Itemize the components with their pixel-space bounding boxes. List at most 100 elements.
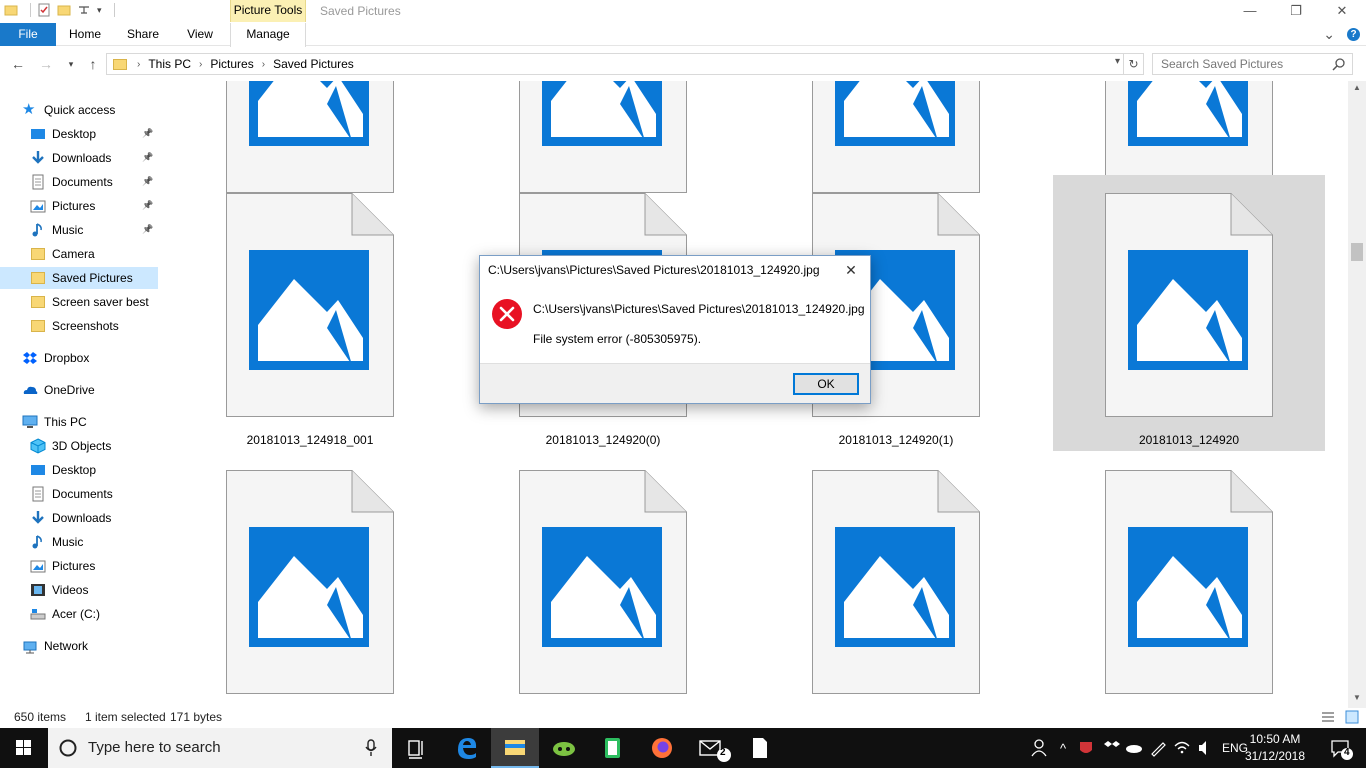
scroll-up-arrow-icon[interactable]: ▲ xyxy=(1348,83,1366,92)
sidebar-item-3d-objects[interactable]: 3D Objects xyxy=(0,435,158,457)
file-item[interactable] xyxy=(1053,452,1325,708)
pictures-icon xyxy=(30,198,46,214)
sidebar-item-documents[interactable]: Documents xyxy=(0,483,158,505)
clock[interactable]: 10:50 AM 31/12/2018 xyxy=(1244,731,1306,765)
sidebar-item-pictures[interactable]: Pictures 📌 xyxy=(0,195,158,217)
pin-icon[interactable]: 📌 xyxy=(142,224,153,234)
search-input[interactable]: Search Saved Pictures xyxy=(1152,53,1353,75)
sidebar-item-music[interactable]: Music 📌 xyxy=(0,219,158,241)
sidebar-item-network[interactable]: Network xyxy=(0,635,158,657)
up-arrow-icon[interactable]: ↑ xyxy=(84,55,102,73)
sidebar-item-documents[interactable]: Documents 📌 xyxy=(0,171,158,193)
scroll-down-arrow-icon[interactable]: ▼ xyxy=(1348,693,1366,702)
expand-ribbon-icon[interactable]: ⌄ xyxy=(1323,26,1335,43)
taskbar-search-box[interactable]: Type here to search xyxy=(48,728,392,768)
sidebar-item-dropbox[interactable]: Dropbox xyxy=(0,347,158,369)
close-button[interactable]: ✕ xyxy=(1319,0,1365,23)
action-center-button[interactable]: 4 xyxy=(1322,728,1366,768)
pin-icon[interactable]: 📌 xyxy=(142,200,153,210)
help-icon[interactable]: ? xyxy=(1347,28,1360,41)
new-folder-icon[interactable] xyxy=(57,3,71,17)
address-bar[interactable]: › This PC › Pictures › Saved Pictures ▾ xyxy=(106,53,1124,75)
dialog-title: C:\Users\jvans\Pictures\Saved Pictures\2… xyxy=(488,263,820,277)
recent-locations-icon[interactable]: ▾ xyxy=(62,55,80,73)
breadcrumb-pictures[interactable]: Pictures xyxy=(210,57,253,71)
sidebar-item-music[interactable]: Music xyxy=(0,531,158,553)
sidebar-item-saved-pictures[interactable]: Saved Pictures xyxy=(0,267,158,289)
sidebar-item-videos[interactable]: Videos xyxy=(0,579,158,601)
chevron-down-icon[interactable]: ▾ xyxy=(97,5,102,16)
search-icon[interactable] xyxy=(1332,57,1346,71)
tab-manage[interactable]: Manage xyxy=(230,23,306,47)
minimize-button[interactable]: — xyxy=(1227,0,1273,23)
sidebar-item-camera[interactable]: Camera xyxy=(0,243,158,265)
file-item[interactable] xyxy=(760,452,1032,708)
tab-file[interactable]: File xyxy=(0,23,56,46)
security-shield-icon[interactable] xyxy=(1074,728,1098,768)
properties-icon[interactable] xyxy=(37,3,51,17)
cloud-app-button[interactable] xyxy=(540,728,588,768)
sidebar-item-acer-c[interactable]: Acer (C:) xyxy=(0,603,158,625)
pin-icon[interactable]: 📌 xyxy=(142,152,153,162)
evernote-button[interactable] xyxy=(589,728,637,768)
sidebar-item-screenshots[interactable]: Screenshots xyxy=(0,315,158,337)
start-button[interactable] xyxy=(0,728,48,768)
wifi-icon[interactable] xyxy=(1170,728,1194,768)
document-button[interactable] xyxy=(736,728,784,768)
tab-home[interactable]: Home xyxy=(62,23,108,46)
chevron-down-icon[interactable]: ▾ xyxy=(1115,56,1120,67)
firefox-button[interactable] xyxy=(638,728,686,768)
chevron-right-icon[interactable]: › xyxy=(199,59,202,70)
people-icon[interactable] xyxy=(1028,728,1052,768)
large-icons-view-icon[interactable] xyxy=(1344,710,1360,724)
mail-button[interactable]: 2 xyxy=(687,728,735,768)
file-explorer-button[interactable] xyxy=(491,728,539,768)
music-icon xyxy=(30,534,46,550)
pin-icon[interactable]: 📌 xyxy=(142,176,153,186)
task-view-button[interactable] xyxy=(392,728,440,768)
chevron-up-icon[interactable]: ^ xyxy=(1052,741,1074,756)
sidebar-item-desktop[interactable]: Desktop 📌 xyxy=(0,123,158,145)
refresh-icon[interactable]: ↻ xyxy=(1124,53,1144,75)
sidebar-item-this-pc[interactable]: This PC xyxy=(0,411,158,433)
file-item[interactable]: 20181013_124918_001 xyxy=(174,175,446,451)
file-item[interactable]: 20181013_124920 xyxy=(1053,175,1325,451)
sidebar-item-downloads[interactable]: Downloads 📌 xyxy=(0,147,158,169)
chevron-right-icon[interactable]: › xyxy=(262,59,265,70)
back-arrow-icon[interactable]: ← xyxy=(9,55,27,73)
details-view-icon[interactable] xyxy=(1320,710,1336,724)
tab-view[interactable]: View xyxy=(178,23,222,46)
ribbon-controls: ⌄ ? xyxy=(1323,23,1360,46)
cortana-icon xyxy=(59,739,77,757)
chevron-right-icon[interactable]: › xyxy=(137,59,140,70)
breadcrumb-saved-pictures[interactable]: Saved Pictures xyxy=(273,57,354,71)
sidebar-item-onedrive[interactable]: OneDrive xyxy=(0,379,158,401)
file-item[interactable] xyxy=(467,452,739,708)
sidebar-item-quick-access[interactable]: ★ Quick access xyxy=(0,99,158,121)
address-row: ← → ▾ ↑ › This PC › Pictures › Saved Pic… xyxy=(0,47,1366,81)
sidebar-item-downloads[interactable]: Downloads xyxy=(0,507,158,529)
customize-qat-icon[interactable] xyxy=(77,3,91,17)
microphone-icon[interactable] xyxy=(364,739,378,757)
tab-share[interactable]: Share xyxy=(120,23,166,46)
dialog-close-button[interactable]: ✕ xyxy=(840,259,862,281)
edge-button[interactable] xyxy=(443,728,491,768)
volume-icon[interactable] xyxy=(1194,728,1218,768)
sidebar-item-pictures[interactable]: Pictures xyxy=(0,555,158,577)
file-item[interactable] xyxy=(174,452,446,708)
maximize-button[interactable]: ❐ xyxy=(1273,0,1319,23)
scrollbar-thumb[interactable] xyxy=(1351,243,1363,261)
dropbox-icon[interactable] xyxy=(1098,728,1122,768)
breadcrumb-this-pc[interactable]: This PC xyxy=(148,57,191,71)
quick-access-toolbar: ▾ xyxy=(4,3,115,17)
forward-arrow-icon[interactable]: → xyxy=(37,55,55,73)
ok-button[interactable]: OK xyxy=(793,373,859,395)
folder-icon[interactable] xyxy=(4,3,18,17)
sidebar-item-screen-saver-best[interactable]: Screen saver best xyxy=(0,291,158,313)
sidebar-item-desktop[interactable]: Desktop xyxy=(0,459,158,481)
onedrive-icon[interactable] xyxy=(1122,728,1146,768)
pin-icon[interactable]: 📌 xyxy=(142,128,153,138)
error-icon xyxy=(492,299,522,329)
vertical-scrollbar[interactable]: ▲ ▼ xyxy=(1348,81,1366,708)
pen-icon[interactable] xyxy=(1146,728,1170,768)
